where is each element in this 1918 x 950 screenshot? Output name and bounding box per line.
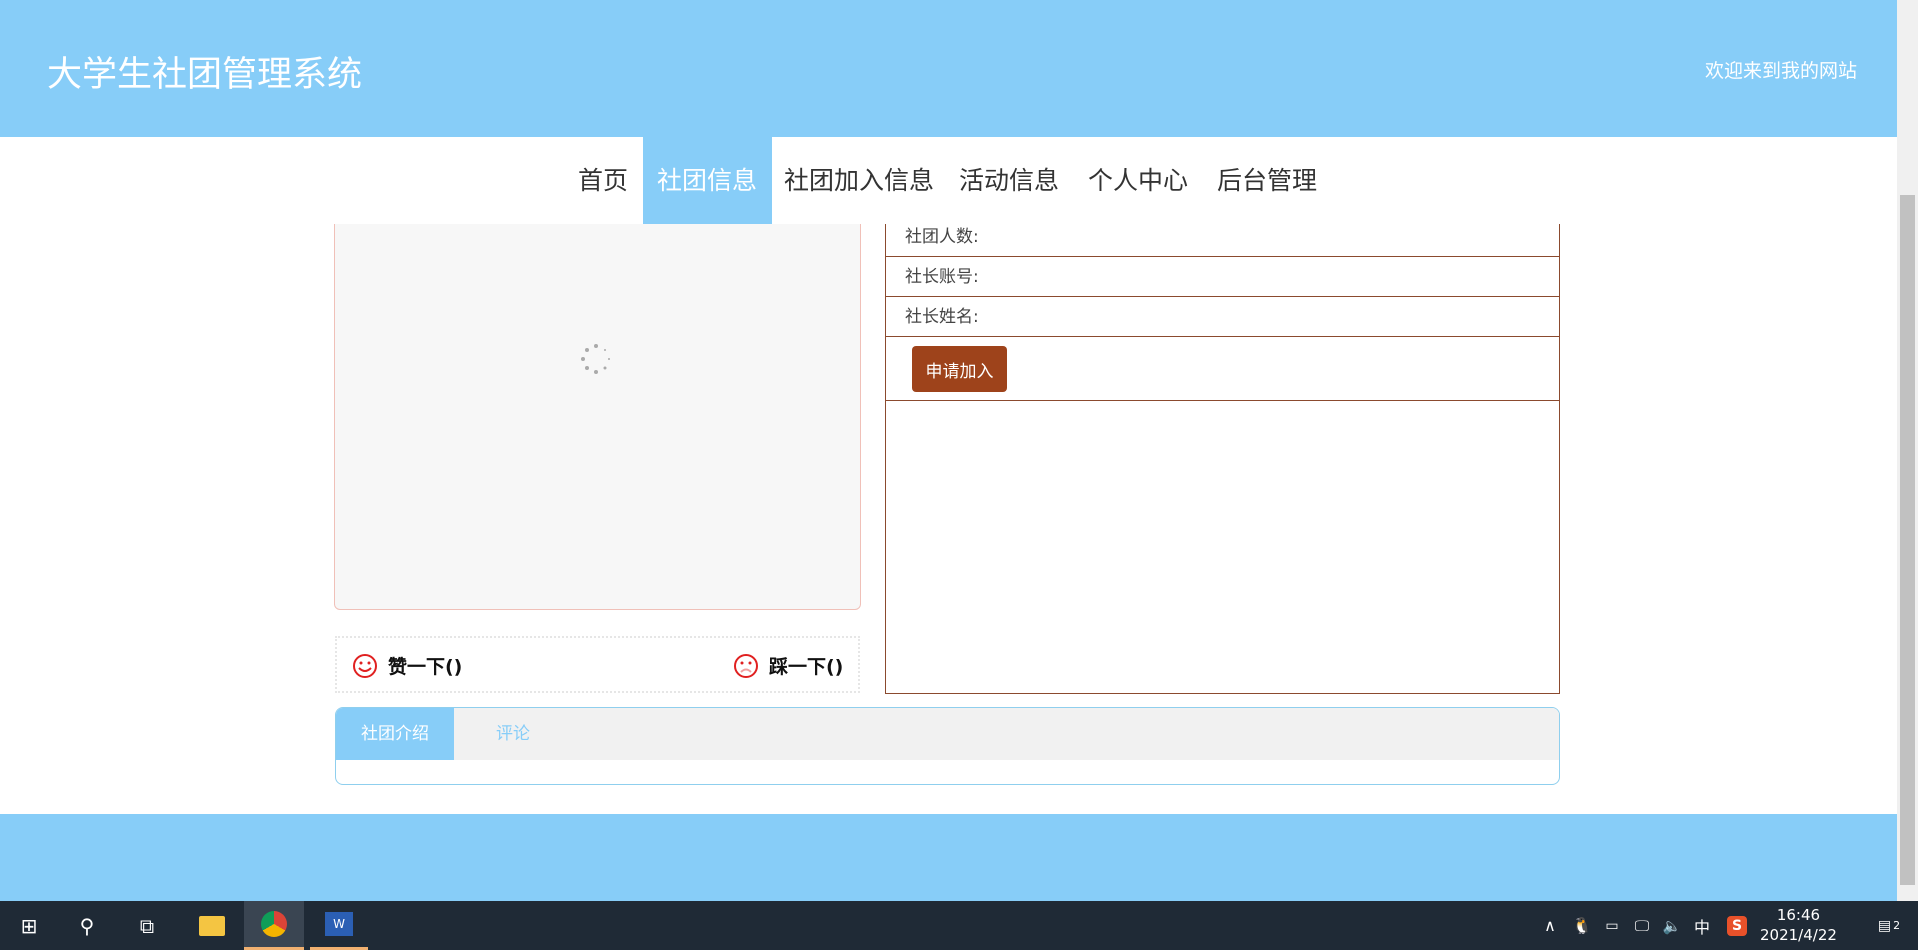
- battery-icon[interactable]: ▭: [1597, 901, 1627, 950]
- network-icon[interactable]: 🖵: [1627, 901, 1657, 950]
- like-label: 赞一下(): [388, 656, 463, 678]
- dislike-label: 踩一下(): [769, 656, 844, 678]
- nav-club-info[interactable]: 社团信息: [643, 137, 772, 224]
- apply-row: 申请加入: [886, 337, 1559, 401]
- dislike-button[interactable]: 踩一下(): [733, 652, 843, 679]
- site-title: 大学生社团管理系统: [47, 55, 363, 95]
- clock-date: 2021/4/22: [1760, 926, 1837, 944]
- club-image: [334, 190, 861, 610]
- apply-join-button[interactable]: 申请加入: [912, 346, 1007, 392]
- qq-icon[interactable]: 🐧: [1567, 901, 1597, 950]
- notification-icon[interactable]: ▤ 2: [1860, 901, 1918, 950]
- vote-box: 赞一下() 踩一下(): [335, 636, 860, 693]
- welcome-text: 欢迎来到我的网站: [1704, 60, 1857, 82]
- smile-icon: [353, 653, 377, 678]
- club-tabs: 社团介绍 评论: [335, 707, 1560, 785]
- taskbar-clock[interactable]: 16:46 2021/4/22: [1760, 905, 1837, 945]
- like-button[interactable]: 赞一下(): [352, 652, 462, 679]
- windows-taskbar: ⊞ ⚲ ⧉ W ∧ 🐧 ▭ 🖵 🔈 中 S 16:46 2021/4/22 ▤ 2: [0, 901, 1918, 950]
- nav-activities[interactable]: 活动信息: [947, 137, 1071, 224]
- browser-page: 大学生社团管理系统 欢迎来到我的网站 首页 社团信息 社团加入信息 活动信息 个…: [0, 0, 1897, 901]
- nav-admin[interactable]: 后台管理: [1205, 137, 1329, 224]
- club-info-table: 社团人数: 社长账号: 社长姓名: 申请加入: [885, 190, 1560, 694]
- scrollbar-thumb[interactable]: [1900, 195, 1915, 885]
- frown-icon: [734, 653, 758, 678]
- site-header: 大学生社团管理系统 欢迎来到我的网站: [0, 0, 1897, 137]
- task-view-icon[interactable]: ⧉: [118, 901, 176, 950]
- volume-icon[interactable]: 🔈: [1657, 901, 1687, 950]
- windows-start-icon[interactable]: ⊞: [0, 901, 58, 950]
- page-scrollbar[interactable]: [1897, 0, 1918, 901]
- chrome-icon[interactable]: [244, 901, 304, 950]
- notification-count: 2: [1893, 919, 1901, 932]
- site-footer: [0, 814, 1897, 901]
- search-icon[interactable]: ⚲: [58, 901, 116, 950]
- tab-comments[interactable]: 评论: [454, 708, 572, 760]
- nav-join-info[interactable]: 社团加入信息: [772, 137, 946, 224]
- sogou-icon[interactable]: S: [1722, 901, 1752, 950]
- leader-account-row: 社长账号:: [886, 257, 1559, 297]
- word-icon[interactable]: W: [310, 901, 368, 950]
- nav-personal-center[interactable]: 个人中心: [1076, 137, 1200, 224]
- main-nav: 首页 社团信息 社团加入信息 活动信息 个人中心 后台管理: [0, 137, 1897, 224]
- leader-name-row: 社长姓名:: [886, 297, 1559, 337]
- tab-club-intro[interactable]: 社团介绍: [336, 708, 454, 760]
- ime-indicator[interactable]: 中: [1687, 901, 1717, 950]
- file-explorer-icon[interactable]: [183, 901, 241, 950]
- nav-home[interactable]: 首页: [566, 137, 640, 224]
- loading-spinner-icon: [581, 344, 610, 374]
- clock-time: 16:46: [1776, 906, 1821, 924]
- tab-header: 社团介绍 评论: [336, 708, 1559, 760]
